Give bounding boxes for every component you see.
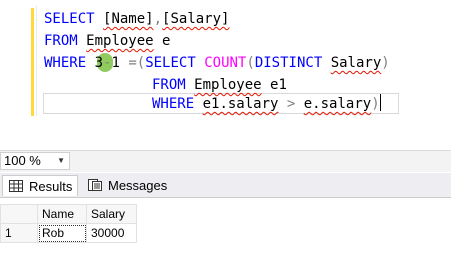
editor-gutter	[36, 6, 37, 116]
alias: e	[153, 33, 171, 49]
tab-results-label: Results	[29, 179, 73, 194]
zoom-dropdown[interactable]: 100 % ▼	[0, 152, 70, 170]
chevron-down-icon[interactable]: ▼	[57, 153, 65, 169]
identifier: [Salary]	[162, 11, 230, 27]
code-line-2[interactable]: FROM Employee e	[44, 31, 170, 51]
grid-corner[interactable]	[0, 204, 38, 224]
identifier: [Name]	[103, 11, 154, 27]
code-line-3[interactable]: WHERE 3-1 =(SELECT COUNT(DISTINCT Salary…	[44, 53, 390, 73]
column-header-name[interactable]: Name	[37, 204, 87, 224]
zoom-bar: 100 % ▼	[0, 150, 451, 172]
keyword: SELECT	[44, 11, 95, 27]
operator: >	[278, 96, 304, 112]
operator: =(	[119, 55, 146, 71]
literal: 1	[111, 55, 120, 71]
identifier: Salary	[330, 55, 382, 71]
operator: (	[246, 55, 255, 71]
grid-icon	[9, 180, 23, 192]
query-editor[interactable]: SELECT [Name],[Salary] FROM Employee e W…	[0, 0, 451, 150]
keyword: FROM	[152, 77, 186, 93]
identifier: e1.salary	[202, 96, 279, 112]
function: COUNT	[204, 55, 247, 71]
text-caret	[379, 94, 381, 111]
change-indicator	[31, 8, 34, 116]
table-row: 1 Rob 30000	[0, 223, 137, 243]
operator: )	[381, 55, 390, 71]
cell-salary[interactable]: 30000	[86, 223, 137, 243]
identifier: Employee	[194, 77, 262, 93]
operator: )	[371, 96, 380, 112]
zoom-value: 100 %	[4, 153, 41, 168]
cell-name[interactable]: Rob	[37, 223, 87, 243]
results-grid: Name Salary 1 Rob 30000	[0, 204, 137, 243]
keyword: DISTINCT	[254, 55, 323, 71]
identifier: Employee	[86, 33, 154, 49]
alias: e1	[261, 77, 287, 93]
tab-messages-label: Messages	[108, 178, 168, 193]
identifier: e.salary	[303, 96, 372, 112]
operator: ,	[153, 11, 163, 27]
results-tabs: Results Messages	[0, 173, 451, 198]
keyword: WHERE	[44, 55, 87, 71]
messages-icon	[88, 179, 102, 191]
code-line-4[interactable]: FROM Employee e1	[152, 75, 287, 95]
keyword: WHERE	[152, 96, 195, 112]
code-line-5[interactable]: WHERE e1.salary > e.salary)	[152, 94, 381, 114]
keyword: SELECT	[145, 55, 196, 71]
grid-header-row: Name Salary	[0, 204, 137, 224]
results-grid-area: Name Salary 1 Rob 30000	[0, 198, 451, 258]
tab-messages[interactable]: Messages	[82, 175, 172, 196]
tab-results[interactable]: Results	[2, 175, 78, 196]
row-number[interactable]: 1	[0, 223, 38, 243]
keyword: FROM	[44, 33, 78, 49]
code-line-1[interactable]: SELECT [Name],[Salary]	[44, 9, 229, 29]
column-header-salary[interactable]: Salary	[86, 204, 137, 224]
literal: 3	[94, 55, 104, 71]
